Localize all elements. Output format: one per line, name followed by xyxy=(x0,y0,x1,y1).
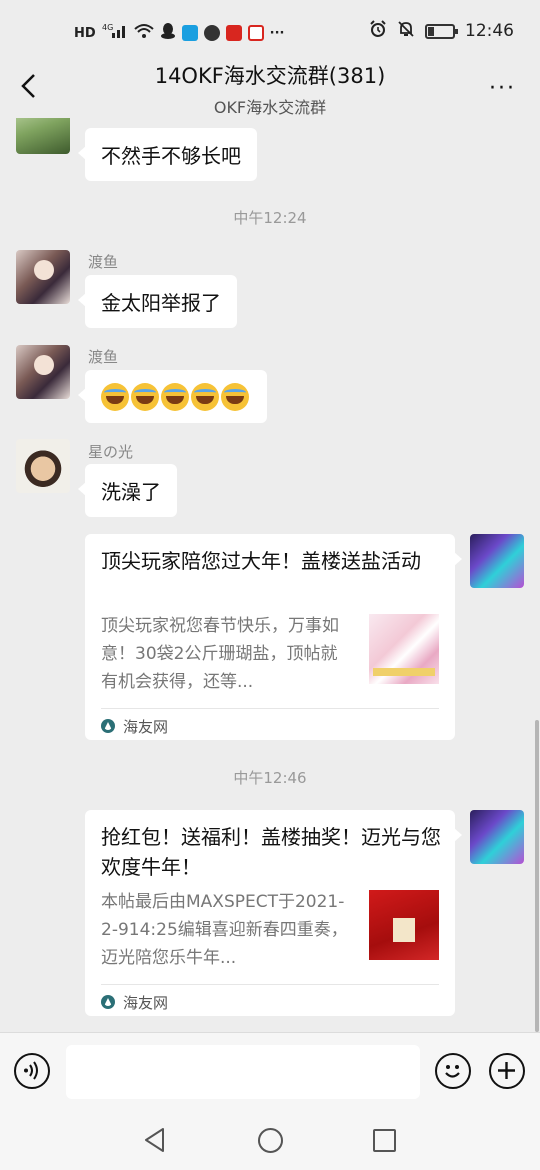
link-card-thumbnail xyxy=(369,890,439,960)
link-card-description: 本帖最后由MAXSPECT于2021-2-914:25编辑喜迎新春四重奏，迈光陪… xyxy=(101,892,348,968)
source-name: 海友网 xyxy=(123,993,169,1012)
chat-title: 14OKF海水交流群(381) xyxy=(154,64,386,88)
more-options-button[interactable]: ··· xyxy=(489,76,516,101)
voice-icon[interactable] xyxy=(14,1053,50,1089)
system-nav-bar xyxy=(0,1112,540,1170)
link-card-source: 海友网 xyxy=(101,714,168,738)
red-app-icon xyxy=(247,25,264,41)
status-left-icons: HD 4G ··· xyxy=(74,22,285,44)
qq-icon xyxy=(160,22,176,44)
sender-name: 渡鱼 xyxy=(88,348,119,366)
link-card[interactable]: 顶尖玩家陪您过大年！盖楼送盐活动 顶尖玩家祝您春节快乐，万事如意！30袋2公斤珊… xyxy=(85,534,462,740)
crying-laughing-emoji-icon xyxy=(191,382,219,411)
back-triangle-icon[interactable] xyxy=(142,1126,168,1154)
message-text: 洗澡了 xyxy=(101,480,161,504)
header-title-block: 14OKF海水交流群(381) OKF海水交流群 xyxy=(0,60,540,118)
avatar[interactable] xyxy=(16,118,70,154)
message-bubble[interactable]: 不然手不够长吧 xyxy=(78,128,257,181)
link-card[interactable]: 抢红包！送福利！盖楼抽奖！迈光与您欢度牛年！ 本帖最后由MAXSPECT于202… xyxy=(85,810,462,1016)
link-card-thumbnail xyxy=(369,614,439,684)
home-circle-icon[interactable] xyxy=(258,1128,283,1153)
recent-square-icon[interactable] xyxy=(373,1129,396,1152)
message-bubble[interactable] xyxy=(78,370,267,423)
plus-icon[interactable] xyxy=(489,1053,525,1089)
signal-4g-icon: 4G xyxy=(102,23,128,43)
hd-icon: HD xyxy=(74,25,96,41)
source-logo-icon xyxy=(101,719,115,733)
input-bar xyxy=(0,1032,540,1112)
self-avatar[interactable] xyxy=(470,810,524,864)
wifi-icon xyxy=(134,23,154,43)
chat-header: 14OKF海水交流群(381) OKF海水交流群 ··· xyxy=(0,54,540,118)
mute-icon xyxy=(397,20,415,42)
status-right-icons: 12:46 xyxy=(369,20,514,42)
link-card-title: 顶尖玩家陪您过大年！盖楼送盐活动 xyxy=(101,549,421,573)
chat-scrollbar[interactable] xyxy=(535,720,539,1032)
bird-app-icon xyxy=(203,25,220,41)
self-avatar[interactable] xyxy=(470,534,524,588)
crying-laughing-emoji-icon xyxy=(131,382,159,411)
more-notifications-icon: ··· xyxy=(269,25,285,41)
message-bubble[interactable]: 金太阳举报了 xyxy=(78,275,237,328)
source-name: 海友网 xyxy=(123,717,169,736)
status-time: 12:46 xyxy=(465,21,514,41)
message-bubble[interactable]: 洗澡了 xyxy=(78,464,177,517)
sender-name: 渡鱼 xyxy=(88,253,119,271)
chat-area[interactable]: 不然手不够长吧 中午12:24 渡鱼 金太阳举报了 渡鱼 星の光 洗澡了 顶尖玩… xyxy=(0,118,540,1032)
divider xyxy=(101,708,439,709)
message-text: 金太阳举报了 xyxy=(101,291,221,315)
crying-laughing-emoji-icon xyxy=(101,382,129,411)
network-label: 4G xyxy=(102,23,113,32)
divider xyxy=(101,984,439,985)
link-card-description: 顶尖玩家祝您春节快乐，万事如意！30袋2公斤珊瑚盐，顶帖就有机会获得，还等... xyxy=(101,616,339,692)
alarm-icon xyxy=(369,20,387,42)
smiley-icon[interactable] xyxy=(435,1053,471,1089)
battery-icon xyxy=(425,23,458,39)
sender-name: 星の光 xyxy=(88,443,134,461)
battery-level xyxy=(428,26,434,36)
source-logo-icon xyxy=(101,995,115,1009)
news-app-icon xyxy=(225,25,242,41)
bulb-app-icon xyxy=(181,25,198,41)
chat-subtitle: OKF海水交流群 xyxy=(213,98,327,117)
crying-laughing-emoji-icon xyxy=(221,382,249,411)
link-card-source: 海友网 xyxy=(101,990,168,1014)
avatar[interactable] xyxy=(16,439,70,493)
timestamp: 中午12:46 xyxy=(233,769,307,787)
avatar[interactable] xyxy=(16,345,70,399)
avatar[interactable] xyxy=(16,250,70,304)
message-text: 不然手不够长吧 xyxy=(101,144,241,168)
timestamp: 中午12:24 xyxy=(233,209,307,227)
link-card-title: 抢红包！送福利！盖楼抽奖！迈光与您欢度牛年！ xyxy=(101,825,441,879)
message-input[interactable] xyxy=(66,1045,420,1099)
crying-laughing-emoji-icon xyxy=(161,382,189,411)
